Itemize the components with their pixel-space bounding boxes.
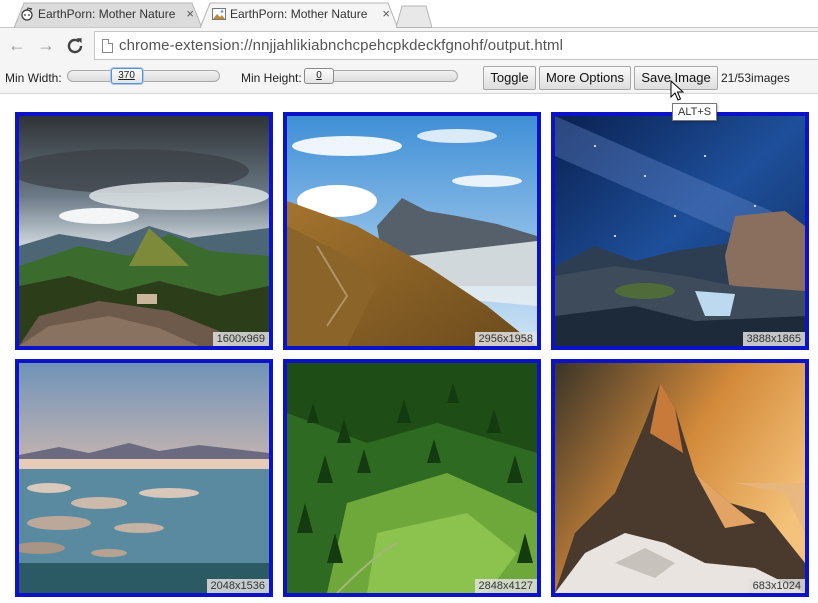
shortcut-tooltip: ALT+S	[672, 103, 718, 121]
page-icon	[102, 39, 113, 53]
image-card[interactable]: 683x1024	[551, 359, 809, 597]
address-bar[interactable]: chrome-extension://nnjjahlikiabnchcpehcp…	[94, 31, 818, 60]
image-dimensions: 3888x1865	[742, 332, 805, 346]
more-options-button[interactable]: More Options	[539, 66, 631, 90]
image-dimensions: 2048x1536	[206, 579, 269, 593]
new-tab-button[interactable]	[396, 5, 432, 28]
min-width-slider[interactable]	[67, 70, 220, 82]
lake-sunset-image	[19, 363, 269, 593]
url-text: chrome-extension://nnjjahlikiabnchcpehcp…	[119, 37, 564, 54]
close-icon[interactable]: ×	[382, 2, 390, 26]
toggle-button[interactable]: Toggle	[483, 66, 536, 90]
stormy-valley-image	[19, 116, 269, 346]
min-height-slider-thumb[interactable]: 0	[304, 68, 334, 84]
green-forest-image	[287, 363, 537, 593]
min-width-slider-thumb[interactable]: 370	[110, 68, 143, 84]
tab-title: EarthPorn: Mother Nature	[38, 7, 176, 21]
image-count: 21/53images	[721, 71, 790, 85]
image-card[interactable]: 2848x4127	[283, 359, 541, 597]
image-card[interactable]: 2048x1536	[15, 359, 273, 597]
grassy-ridge-image	[287, 116, 537, 346]
back-button[interactable]: ←	[6, 34, 28, 56]
image-card[interactable]: 2956x1958	[283, 112, 541, 350]
min-width-label: Min Width:	[5, 71, 62, 85]
browser-toolbar: ← → chrome-extension://nnjjahlikiabnchcp…	[0, 28, 818, 62]
image-dimensions: 1600x969	[212, 332, 269, 346]
image-dimensions: 2956x1958	[474, 332, 537, 346]
tab-strip: EarthPorn: Mother Nature × EarthPorn: Mo…	[0, 0, 818, 28]
forward-button[interactable]: →	[35, 34, 57, 56]
mouse-cursor-icon	[670, 80, 684, 101]
image-dimensions: 683x1024	[748, 579, 805, 593]
close-icon[interactable]: ×	[186, 2, 194, 26]
tab-2[interactable]: EarthPorn: Mother Nature ×	[200, 2, 398, 28]
milky-way-falls-image	[555, 116, 805, 346]
min-height-label: Min Height:	[241, 71, 302, 85]
tab-title: EarthPorn: Mother Nature	[230, 7, 368, 21]
image-dimensions: 2848x4127	[474, 579, 537, 593]
reload-icon[interactable]	[64, 35, 86, 57]
controls-bar: Min Width: 370 Min Height: 0 Toggle More…	[0, 62, 818, 94]
image-card[interactable]: 1600x969	[15, 112, 273, 350]
tab-1[interactable]: EarthPorn: Mother Nature ×	[14, 2, 202, 28]
image-card[interactable]: 3888x1865	[551, 112, 809, 350]
image-icon	[212, 8, 226, 20]
golden-peak-image	[555, 363, 805, 593]
reddit-icon	[21, 7, 33, 21]
